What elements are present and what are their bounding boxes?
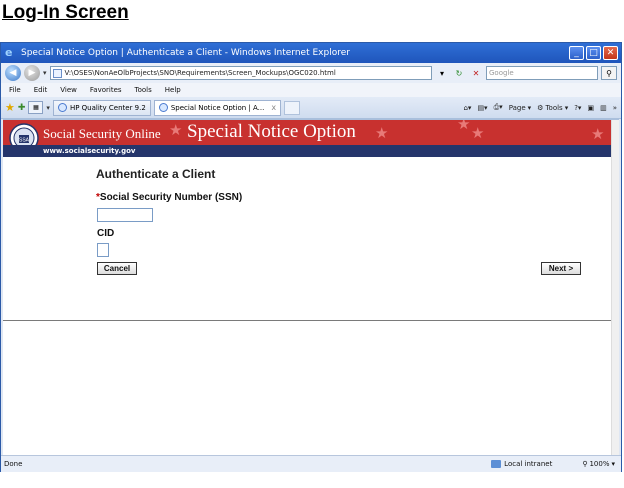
page-icon — [52, 68, 62, 78]
favorites-star-icon[interactable]: ★ — [5, 101, 15, 114]
address-row: ◀ ▶ ▾ V:\OSES\NonAeOlbProjects\SNO\Requi… — [1, 63, 621, 83]
authenticate-form: Authenticate a Client *Social Security N… — [3, 157, 619, 285]
tools-menu[interactable]: ⚙ Tools ▾ — [537, 104, 568, 112]
star-decoration-icon: ★ — [169, 121, 183, 139]
tools-menu-label: Tools — [545, 103, 563, 112]
ssn-label-text: Social Security Number (SSN) — [99, 192, 243, 203]
intranet-icon — [491, 460, 502, 468]
print-icon[interactable]: ⎙▾ — [494, 103, 503, 112]
help-icon[interactable]: ?▾ — [574, 104, 581, 112]
star-decoration-icon: ★ — [457, 120, 471, 133]
menu-tools[interactable]: Tools — [135, 86, 152, 94]
menu-favorites[interactable]: Favorites — [90, 86, 122, 94]
command-bar: ⌂▾ ▤▾ ⎙▾ Page ▾ ⚙ Tools ▾ ?▾ ▣ ▥ » — [463, 103, 617, 112]
tab-list-dropdown-icon[interactable]: ▾ — [46, 104, 50, 112]
cancel-button[interactable]: Cancel — [97, 262, 137, 275]
menu-file[interactable]: File — [9, 86, 21, 94]
menu-view[interactable]: View — [60, 86, 77, 94]
app-title: Special Notice Option — [187, 121, 356, 142]
minimize-button[interactable]: _ — [569, 46, 584, 60]
forward-button[interactable]: ▶ — [24, 65, 40, 81]
quick-tabs-icon[interactable]: ▦ — [28, 101, 44, 114]
tab-quality-center[interactable]: HP Quality Center 9.2 — [52, 99, 151, 116]
form-divider — [3, 320, 613, 321]
stop-icon[interactable]: ✕ — [469, 66, 483, 80]
next-button[interactable]: Next > — [541, 262, 581, 275]
home-icon[interactable]: ⌂▾ — [463, 104, 471, 112]
title-bar: e Special Notice Option | Authenticate a… — [1, 43, 621, 63]
zoom-level: 100% — [589, 460, 610, 468]
tab-close-icon[interactable]: x — [271, 103, 276, 112]
search-input[interactable]: Google — [486, 66, 598, 80]
browser-window: e Special Notice Option | Authenticate a… — [0, 42, 622, 472]
address-dropdown-icon[interactable]: ▾ — [435, 66, 449, 80]
history-dropdown-icon[interactable]: ▾ — [43, 69, 47, 77]
toolbar-extra-icon[interactable]: ▥ — [600, 104, 607, 112]
address-text: V:\OSES\NonAeOlbProjects\SNO\Requirement… — [64, 69, 336, 77]
ssn-label: *Social Security Number (SSN) — [96, 192, 242, 203]
status-text: Done — [4, 460, 23, 468]
ie-page-icon — [57, 103, 67, 112]
refresh-icon[interactable]: ↻ — [452, 66, 466, 80]
tab-label: HP Quality Center 9.2 — [69, 103, 146, 112]
menu-edit[interactable]: Edit — [34, 86, 48, 94]
page-menu[interactable]: Page ▾ — [509, 104, 531, 112]
toolbar-extend-icon[interactable]: » — [613, 104, 617, 112]
tab-label: Special Notice Option | A... — [170, 103, 265, 112]
page-menu-label: Page — [508, 103, 526, 112]
search-icon[interactable]: ⚲ — [601, 66, 617, 80]
feeds-icon[interactable]: ▤▾ — [477, 104, 487, 112]
document-heading: Log-In Screen — [2, 2, 129, 23]
ie-page-icon — [158, 103, 168, 112]
star-decoration-icon: ★ — [375, 124, 389, 142]
site-url-bar: www.socialsecurity.gov — [3, 145, 619, 157]
form-title: Authenticate a Client — [96, 167, 216, 181]
zoom-icon: ⚲ — [582, 460, 588, 468]
address-bar[interactable]: V:\OSES\NonAeOlbProjects\SNO\Requirement… — [49, 66, 432, 80]
cid-input[interactable] — [97, 243, 109, 257]
window-title: Special Notice Option | Authenticate a C… — [21, 48, 350, 58]
menu-help[interactable]: Help — [165, 86, 181, 94]
maximize-button[interactable]: □ — [586, 46, 601, 60]
zone-label: Local intranet — [504, 460, 553, 468]
cid-label: CID — [97, 228, 115, 239]
zoom-dropdown-icon: ▾ — [611, 460, 615, 468]
zoom-control[interactable]: ⚲ 100% ▾ — [582, 460, 615, 468]
site-url[interactable]: www.socialsecurity.gov — [43, 147, 135, 155]
star-decoration-icon: ★ — [591, 125, 605, 143]
security-zone: Local intranet — [491, 460, 552, 468]
tabs-row: ★ ✚ ▦ ▾ HP Quality Center 9.2 Special No… — [1, 97, 621, 119]
ssa-banner: SSA Social Security Online ★ ★ ★ ★ ★ Spe… — [3, 120, 619, 145]
back-button[interactable]: ◀ — [5, 65, 21, 81]
ie-logo-icon: e — [5, 46, 13, 59]
tab-special-notice-option[interactable]: Special Notice Option | A... x — [153, 99, 282, 116]
page-viewport: SSA Social Security Online ★ ★ ★ ★ ★ Spe… — [3, 119, 619, 455]
status-bar: Done Local intranet ⚲ 100% ▾ — [1, 455, 621, 472]
window-controls: _ □ ✕ — [569, 46, 618, 60]
gear-icon: ⚙ — [537, 103, 544, 112]
site-name: Social Security Online — [43, 126, 161, 141]
research-icon[interactable]: ▣ — [587, 104, 594, 112]
star-decoration-icon: ★ — [471, 124, 485, 142]
menu-bar: File Edit View Favorites Tools Help — [1, 83, 621, 97]
seal-text: SSA — [19, 138, 30, 144]
ssa-seal-icon: SSA — [9, 123, 39, 145]
add-favorite-icon[interactable]: ✚ — [18, 103, 26, 113]
ssn-input[interactable] — [97, 208, 153, 222]
close-button[interactable]: ✕ — [603, 46, 618, 60]
vertical-scrollbar[interactable] — [611, 120, 619, 455]
new-tab-button[interactable] — [284, 100, 301, 115]
